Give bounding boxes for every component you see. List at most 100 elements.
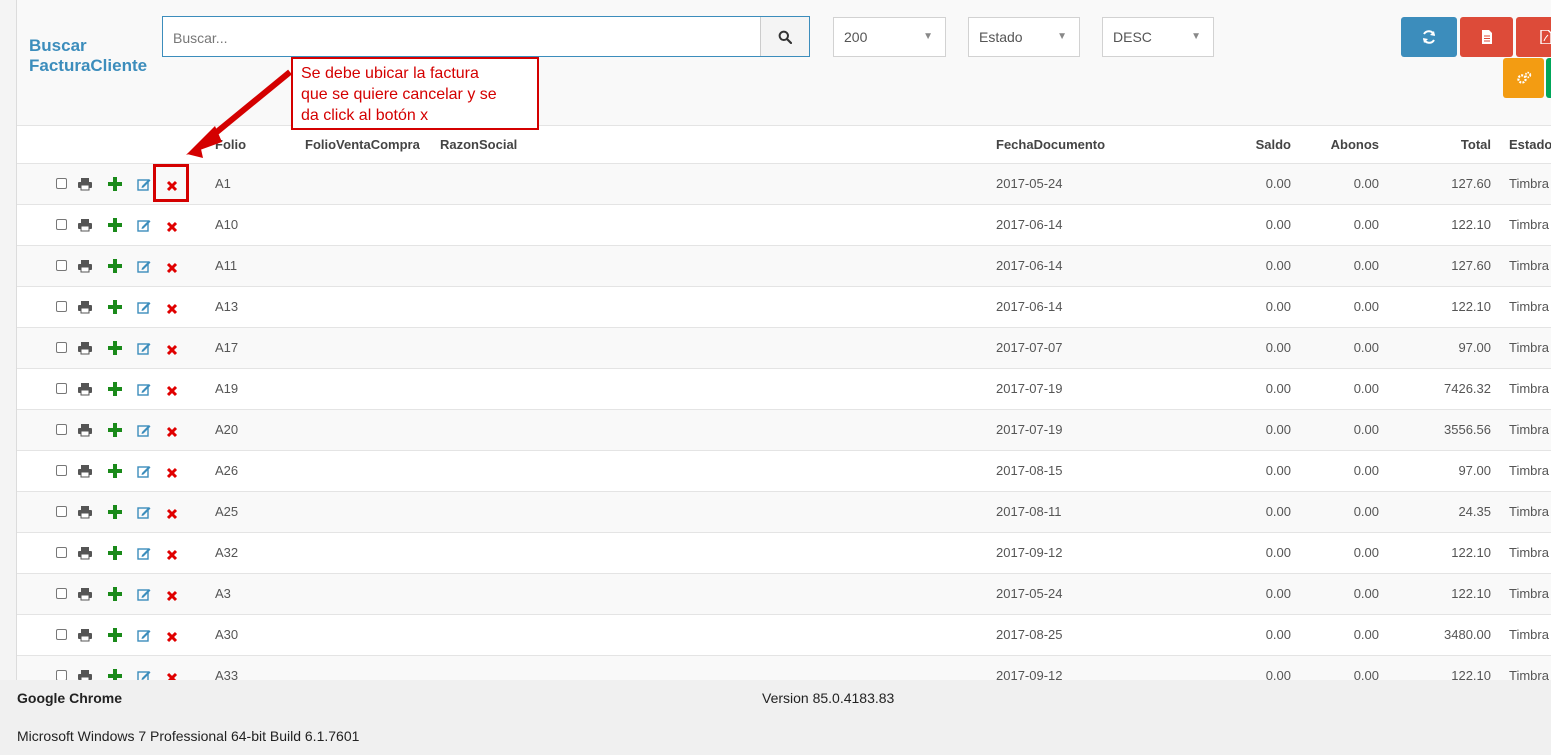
table-row[interactable]: A32 2017-09-12 0.00 0.00 122.10 Timbra [17, 532, 1551, 573]
cancel-invoice-button[interactable] [166, 671, 182, 680]
order-select[interactable]: DESC ▼ [1102, 17, 1214, 57]
add-payment-button[interactable] [108, 177, 124, 193]
add-payment-button[interactable] [108, 300, 124, 316]
print-button[interactable] [78, 628, 94, 644]
cancel-invoice-button[interactable] [166, 261, 182, 277]
print-button[interactable] [78, 177, 94, 193]
print-button[interactable] [78, 218, 94, 234]
add-payment-button[interactable] [108, 669, 124, 680]
row-checkbox[interactable] [56, 465, 67, 476]
cancel-invoice-button[interactable] [166, 343, 182, 359]
column-header-folio[interactable]: Folio [215, 126, 246, 163]
table-row[interactable]: A30 2017-08-25 0.00 0.00 3480.00 Timbra [17, 614, 1551, 655]
row-checkbox[interactable] [56, 588, 67, 599]
table-row[interactable]: A17 2017-07-07 0.00 0.00 97.00 Timbra [17, 327, 1551, 368]
estado-select[interactable]: Estado ▼ [968, 17, 1080, 57]
cancel-invoice-button[interactable] [166, 589, 182, 605]
table-row[interactable]: A13 2017-06-14 0.00 0.00 122.10 Timbra [17, 286, 1551, 327]
print-button[interactable] [78, 382, 94, 398]
print-button[interactable] [78, 341, 94, 357]
add-payment-button[interactable] [108, 218, 124, 234]
column-header-total[interactable]: Total [1397, 126, 1491, 163]
cell-saldo: 0.00 [1265, 381, 1291, 396]
cancel-invoice-button[interactable] [166, 425, 182, 441]
cancel-invoice-button[interactable] [166, 220, 182, 236]
settings-button[interactable] [1503, 58, 1544, 98]
cogs-icon [1516, 71, 1531, 84]
row-checkbox[interactable] [56, 219, 67, 230]
edit-button[interactable] [137, 218, 153, 234]
row-checkbox[interactable] [56, 506, 67, 517]
row-checkbox[interactable] [56, 383, 67, 394]
add-payment-button[interactable] [108, 382, 124, 398]
export-document-button[interactable] [1460, 17, 1513, 57]
add-payment-button[interactable] [108, 259, 124, 275]
row-checkbox[interactable] [56, 178, 67, 189]
edit-button[interactable] [137, 382, 153, 398]
limit-select[interactable]: 200 ▼ [833, 17, 946, 57]
edit-button[interactable] [137, 464, 153, 480]
edit-button[interactable] [137, 587, 153, 603]
refresh-button[interactable] [1401, 17, 1457, 57]
edit-button[interactable] [137, 669, 153, 680]
add-payment-button[interactable] [108, 546, 124, 562]
edit-button[interactable] [137, 505, 153, 521]
print-button[interactable] [78, 505, 94, 521]
cancel-invoice-button[interactable] [166, 384, 182, 400]
table-row[interactable]: A11 2017-06-14 0.00 0.00 127.60 Timbra [17, 245, 1551, 286]
cancel-x-icon [166, 302, 178, 319]
search-input[interactable] [171, 17, 755, 58]
row-checkbox[interactable] [56, 342, 67, 353]
edit-button[interactable] [137, 546, 153, 562]
print-button[interactable] [78, 259, 94, 275]
table-row[interactable]: A33 2017-09-12 0.00 0.00 122.10 Timbra [17, 655, 1551, 680]
column-header-folio-venta-compra[interactable]: FolioVentaCompra [305, 126, 420, 163]
add-payment-button[interactable] [108, 587, 124, 603]
row-checkbox[interactable] [56, 670, 67, 680]
edit-button[interactable] [137, 177, 153, 193]
edit-button[interactable] [137, 423, 153, 439]
print-button[interactable] [78, 300, 94, 316]
row-checkbox[interactable] [56, 629, 67, 640]
search-button[interactable] [760, 17, 809, 56]
cell-fecha: 2017-06-14 [996, 299, 1063, 314]
column-header-estado[interactable]: Estado [1509, 126, 1551, 163]
cancel-invoice-button[interactable] [166, 507, 182, 523]
cancel-invoice-button[interactable] [166, 548, 182, 564]
print-icon [78, 588, 92, 605]
add-payment-button[interactable] [108, 341, 124, 357]
print-button[interactable] [78, 669, 94, 680]
add-payment-button[interactable] [108, 628, 124, 644]
cancel-invoice-button[interactable] [166, 630, 182, 646]
row-checkbox[interactable] [56, 547, 67, 558]
export-pdf-button[interactable] [1516, 17, 1551, 57]
cancel-invoice-button[interactable] [166, 466, 182, 482]
edit-button[interactable] [137, 628, 153, 644]
print-button[interactable] [78, 464, 94, 480]
print-button[interactable] [78, 587, 94, 603]
edit-button[interactable] [137, 341, 153, 357]
column-header-razon-social[interactable]: RazonSocial [440, 126, 517, 163]
print-button[interactable] [78, 546, 94, 562]
table-row[interactable]: A25 2017-08-11 0.00 0.00 24.35 Timbra [17, 491, 1551, 532]
add-button[interactable] [1546, 58, 1551, 98]
row-checkbox[interactable] [56, 424, 67, 435]
table-row[interactable]: A20 2017-07-19 0.00 0.00 3556.56 Timbra [17, 409, 1551, 450]
cancel-invoice-button[interactable] [166, 302, 182, 318]
row-checkbox[interactable] [56, 260, 67, 271]
column-header-abonos[interactable]: Abonos [1307, 126, 1379, 163]
edit-button[interactable] [137, 259, 153, 275]
table-row[interactable]: A19 2017-07-19 0.00 0.00 7426.32 Timbra [17, 368, 1551, 409]
add-payment-button[interactable] [108, 505, 124, 521]
print-button[interactable] [78, 423, 94, 439]
add-payment-button[interactable] [108, 464, 124, 480]
column-header-saldo[interactable]: Saldo [1217, 126, 1291, 163]
row-checkbox[interactable] [56, 301, 67, 312]
table-row[interactable]: A1 2017-05-24 0.00 0.00 127.60 Timbra [17, 163, 1551, 204]
column-header-fecha-documento[interactable]: FechaDocumento [996, 126, 1105, 163]
add-payment-button[interactable] [108, 423, 124, 439]
table-row[interactable]: A10 2017-06-14 0.00 0.00 122.10 Timbra [17, 204, 1551, 245]
table-row[interactable]: A3 2017-05-24 0.00 0.00 122.10 Timbra [17, 573, 1551, 614]
edit-button[interactable] [137, 300, 153, 316]
table-row[interactable]: A26 2017-08-15 0.00 0.00 97.00 Timbra [17, 450, 1551, 491]
